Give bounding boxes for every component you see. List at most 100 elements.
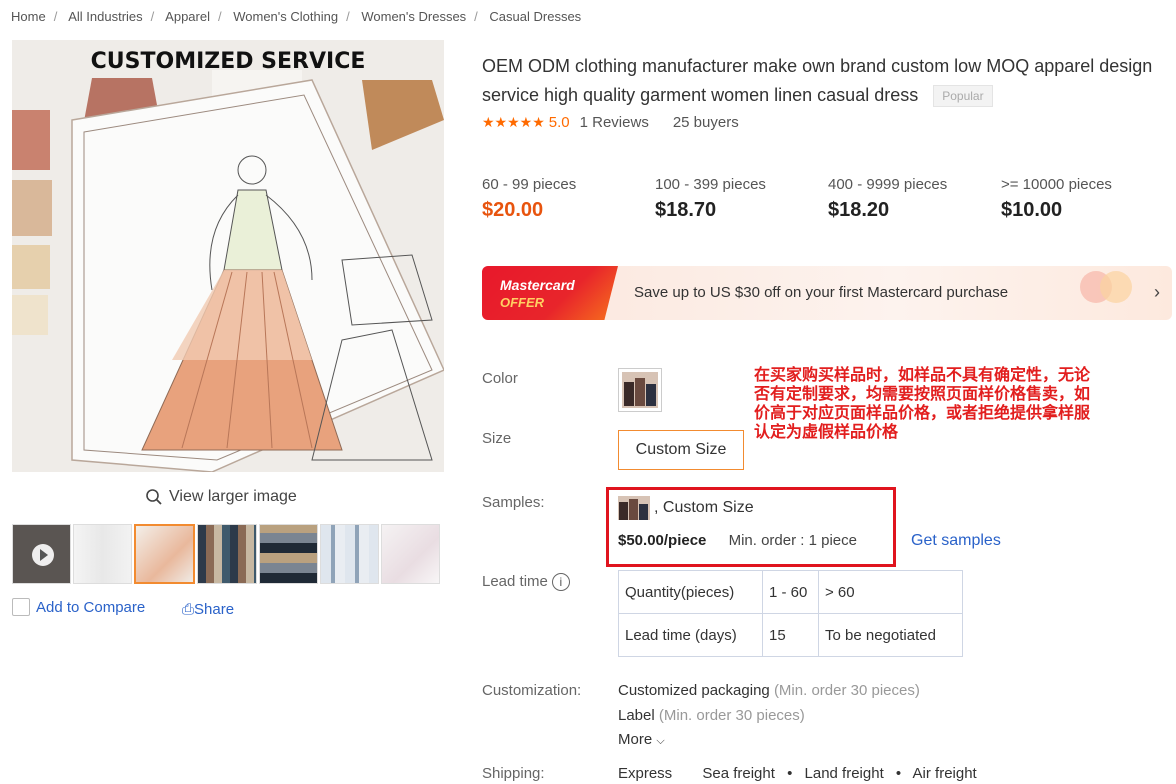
- lead-time-label-wrap: Lead time i: [482, 573, 570, 591]
- sample-variant-label: , Custom Size: [654, 499, 754, 516]
- table-row: Lead time (days) 15 To be negotiated: [618, 613, 963, 657]
- price-tier: 100 - 399 pieces $18.70: [655, 176, 828, 222]
- more-label: More: [618, 731, 653, 748]
- thumbnail-image[interactable]: [319, 524, 379, 584]
- tier-price: $10.00: [1001, 199, 1063, 221]
- add-to-compare[interactable]: Add to Compare: [12, 598, 145, 616]
- table-cell: Quantity(pieces): [618, 570, 763, 614]
- color-swatch-image: [622, 372, 658, 408]
- notice-line: 认定为虚假样品价格: [754, 424, 899, 441]
- color-label: Color: [482, 370, 518, 387]
- samples-label: Samples:: [482, 494, 545, 511]
- rating-value: 5.0: [548, 114, 570, 131]
- tier-quantity: 400 - 9999 pieces: [828, 176, 948, 193]
- view-larger-label: View larger image: [169, 488, 297, 505]
- compare-checkbox[interactable]: [12, 598, 30, 616]
- view-larger-image-link[interactable]: View larger image: [145, 488, 297, 506]
- thumbnail-video[interactable]: [12, 524, 72, 584]
- size-option-custom[interactable]: Custom Size: [618, 430, 744, 470]
- customization-name: Label: [618, 707, 655, 724]
- size-label: Size: [482, 430, 512, 447]
- tier-price: $18.70: [655, 199, 717, 221]
- breadcrumb-home[interactable]: Home: [11, 9, 46, 24]
- share-label: Share: [194, 601, 235, 618]
- tier-quantity: 100 - 399 pieces: [655, 176, 766, 193]
- reviews-link[interactable]: 1 Reviews: [580, 114, 649, 131]
- shipping-method[interactable]: Land freight: [805, 765, 884, 782]
- buyers-count: 25 buyers: [672, 114, 739, 131]
- info-icon[interactable]: i: [551, 573, 570, 591]
- notice-line: 价高于对应页面样品价格，或者拒绝提供拿样服: [754, 405, 1091, 422]
- customization-option: Customized packaging (Min. order 30 piec…: [618, 682, 920, 699]
- breadcrumb-casual-dresses[interactable]: Casual Dresses: [489, 9, 581, 24]
- thumbnail-image[interactable]: [380, 524, 440, 584]
- share-button[interactable]: ⎙Share: [182, 601, 234, 618]
- sample-swatch-image: [618, 496, 650, 520]
- price-tier: 400 - 9999 pieces $18.20: [828, 176, 1001, 222]
- breadcrumb-all-industries[interactable]: All Industries: [68, 9, 142, 24]
- tier-price: $18.20: [828, 199, 890, 221]
- thumbnail-image[interactable]: [197, 524, 257, 584]
- thumbnail-image[interactable]: [258, 524, 318, 584]
- sample-price: $50.00/piece: [618, 532, 707, 549]
- color-swatch[interactable]: [618, 368, 662, 412]
- table-cell: 1 - 60: [762, 570, 819, 614]
- customization-label: Customization:: [482, 682, 582, 699]
- customization-name: Customized packaging: [618, 682, 770, 699]
- mastercard-logo-icon: [1080, 271, 1132, 303]
- price-tier: 60 - 99 pieces $20.00: [482, 176, 655, 222]
- sample-min-order: Min. order : 1 piece: [728, 532, 857, 549]
- lead-time-table: Quantity(pieces) 1 - 60 > 60 Lead time (…: [618, 570, 963, 657]
- mastercard-offer-banner[interactable]: Mastercard OFFER Save up to US $30 off o…: [482, 266, 1172, 320]
- main-product-image[interactable]: CUSTOMIZED SERVICE: [12, 40, 444, 472]
- shipping-method[interactable]: Sea freight: [702, 765, 775, 782]
- table-cell: > 60: [818, 570, 963, 614]
- shipping-methods: Express Sea freight • Land freight • Air…: [618, 765, 977, 782]
- thumbnail-image-selected[interactable]: [134, 524, 196, 584]
- sample-price-notice: 在买家购买样品时，如样品不具有确定性，无论 否有定制要求，均需要按照页面样价格售…: [754, 366, 1176, 442]
- thumbnail-image[interactable]: [73, 524, 133, 584]
- mastercard-badge-line1: Mastercard: [500, 277, 575, 293]
- star-rating-icon: ★★★★★: [482, 114, 545, 130]
- customization-option: Label (Min. order 30 pieces): [618, 707, 805, 724]
- table-cell: To be negotiated: [818, 613, 963, 657]
- sample-variant: , Custom Size: [618, 496, 754, 520]
- shipping-method[interactable]: Air freight: [913, 765, 977, 782]
- rating-row: ★★★★★ 5.0 1 Reviews 25 buyers: [482, 114, 739, 131]
- mastercard-badge-line2: OFFER: [500, 295, 545, 310]
- breadcrumb: Home / All Industries / Apparel / Women's C…: [11, 9, 582, 24]
- breadcrumb-womens-clothing[interactable]: Women's Clothing: [233, 9, 338, 24]
- more-toggle[interactable]: More ⌵: [618, 731, 665, 748]
- bullet-icon: •: [787, 765, 793, 782]
- breadcrumb-womens-dresses[interactable]: Women's Dresses: [361, 9, 466, 24]
- popular-badge: Popular: [933, 85, 993, 108]
- get-samples-link[interactable]: Get samples: [911, 532, 1001, 550]
- shipping-label: Shipping:: [482, 765, 545, 782]
- table-cell: 15: [762, 613, 819, 657]
- product-title-block: OEM ODM clothing manufacturer make own b…: [482, 52, 1172, 110]
- notice-line: 在买家购买样品时，如样品不具有确定性，无论: [754, 367, 1091, 384]
- tier-quantity: 60 - 99 pieces: [482, 176, 577, 193]
- chevron-right-icon: ›: [1154, 282, 1160, 302]
- share-icon: ⎙: [182, 601, 195, 618]
- mastercard-offer-text: Save up to US $30 off on your first Mast…: [634, 284, 1009, 301]
- table-cell: Lead time (days): [618, 613, 763, 657]
- customization-moq: (Min. order 30 pieces): [658, 707, 805, 724]
- shipping-method[interactable]: Express: [618, 765, 672, 782]
- mastercard-offer-badge: Mastercard OFFER: [482, 266, 618, 320]
- play-icon: [32, 544, 54, 566]
- lead-time-label: Lead time: [482, 573, 548, 590]
- table-row: Quantity(pieces) 1 - 60 > 60: [618, 570, 963, 614]
- tier-price: $20.00: [482, 199, 544, 221]
- bullet-icon: •: [895, 765, 902, 782]
- notice-line: 否有定制要求，均需要按照页面样价格售卖，如: [754, 386, 1091, 403]
- add-to-compare-label: Add to Compare: [36, 598, 146, 616]
- chevron-down-icon: ⌵: [656, 735, 665, 747]
- breadcrumb-apparel[interactable]: Apparel: [165, 9, 210, 24]
- magnifier-icon: [146, 489, 162, 505]
- price-tier: >= 10000 pieces $10.00: [1001, 176, 1174, 222]
- customization-moq: (Min. order 30 pieces): [773, 682, 920, 699]
- tier-quantity: >= 10000 pieces: [1001, 176, 1112, 193]
- price-tiers: 60 - 99 pieces $20.00 100 - 399 pieces $…: [482, 176, 1174, 222]
- sample-price-row: $50.00/piece Min. order : 1 piece: [618, 532, 857, 549]
